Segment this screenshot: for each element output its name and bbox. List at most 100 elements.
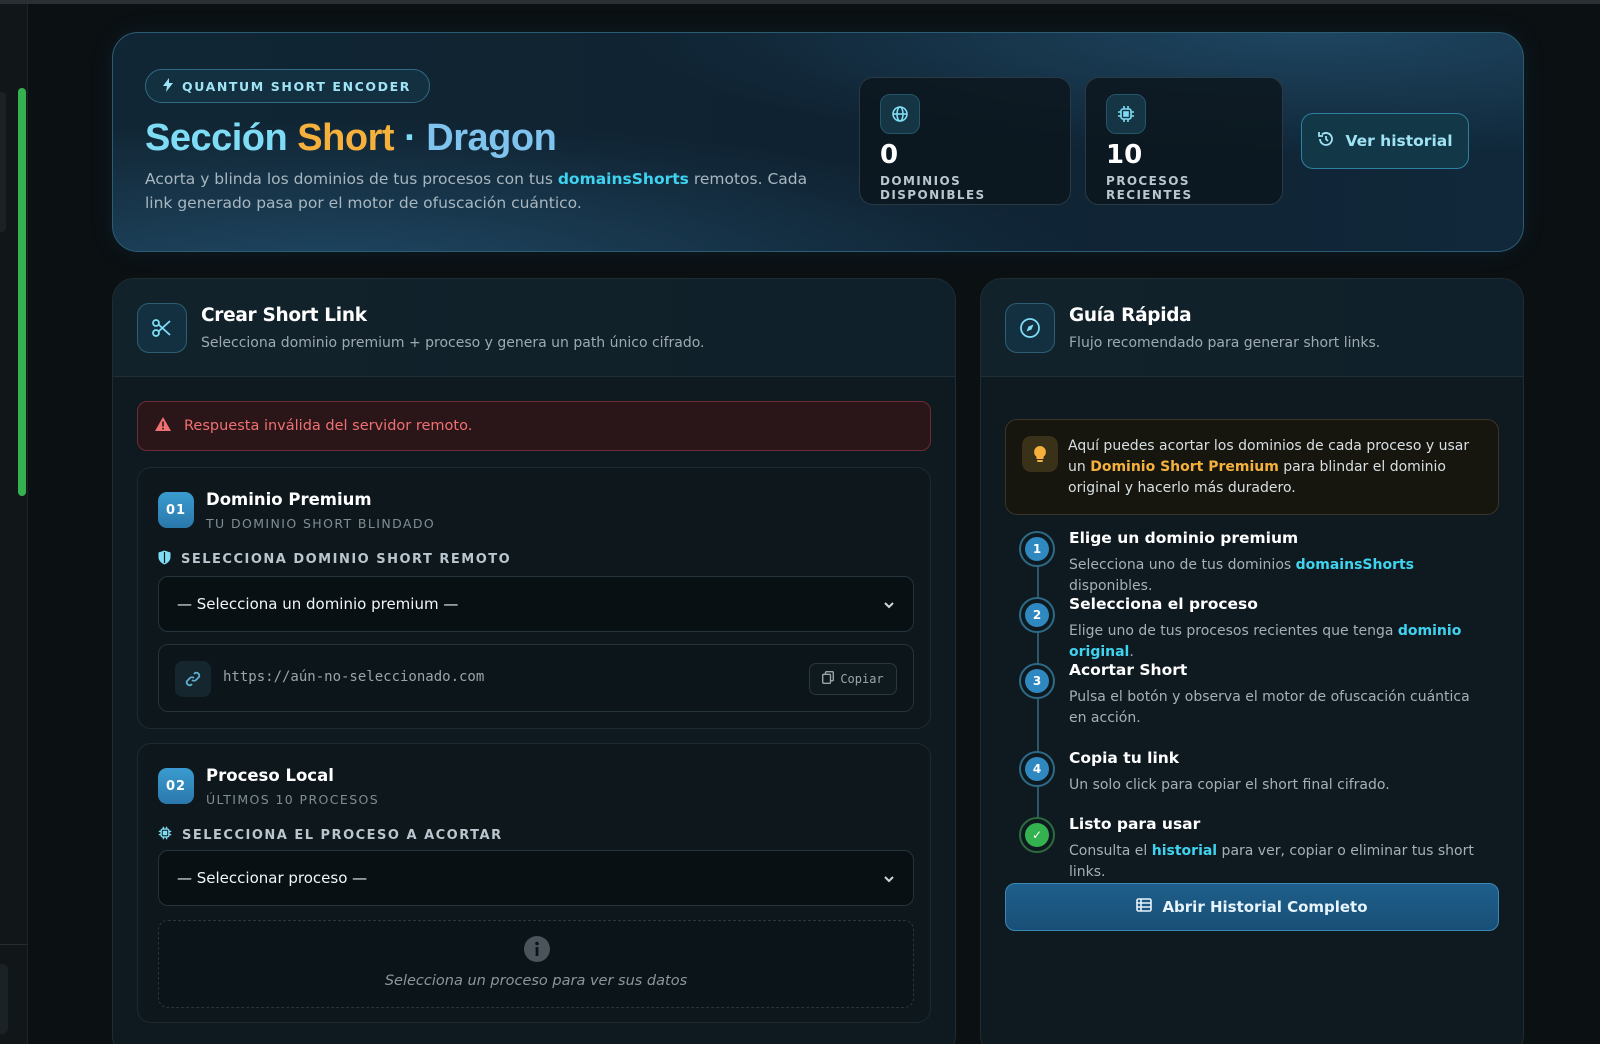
process-select[interactable]: — Seleccionar proceso —: [158, 850, 914, 906]
link-icon: [175, 661, 211, 697]
url-preview: https://aún-no-seleccionado.com Copiar: [158, 644, 914, 712]
step-desc-text: Elige uno de tus procesos recientes que …: [1069, 623, 1398, 639]
domain-select-value: — Selecciona un dominio premium —: [177, 595, 459, 613]
view-history-label: Ver historial: [1345, 132, 1453, 150]
guide-panel-subtitle: Flujo recomendado para generar short lin…: [1069, 335, 1381, 351]
rail-tab: [0, 92, 6, 232]
step-desc-text: Pulsa el botón y observa el motor de ofu…: [1069, 689, 1470, 726]
warning-icon: [154, 416, 172, 436]
step-marker: 2: [1019, 597, 1055, 633]
timeline-step-title: Listo para usar: [1069, 815, 1201, 833]
info-icon: [523, 935, 551, 967]
step-number: 02: [158, 768, 194, 804]
rail-tab-bottom: [0, 964, 8, 1034]
field-label-proceso: SELECCIONA EL PROCESO A ACORTAR: [158, 826, 503, 844]
hero-desc-highlight: domainsShorts: [557, 170, 689, 188]
compass-icon: [1005, 303, 1055, 353]
create-panel-header: Crear Short Link Selecciona dominio prem…: [113, 279, 955, 377]
step-subtitle: ÚLTIMOS 10 PROCESOS: [206, 792, 380, 807]
step-marker: 3: [1019, 663, 1055, 699]
hero-badge: QUANTUM SHORT ENCODER: [145, 69, 430, 103]
step-desc-text-end: .: [1129, 644, 1134, 660]
process-select-value: — Seleccionar proceso —: [177, 869, 368, 887]
field-label-text: SELECCIONA DOMINIO SHORT REMOTO: [181, 552, 512, 567]
field-label-dominio: SELECCIONA DOMINIO SHORT REMOTO: [158, 550, 511, 569]
step-marker: 1: [1019, 531, 1055, 567]
hero-description: Acorta y blinda los dominios de tus proc…: [145, 167, 825, 215]
table-icon: [1136, 898, 1153, 916]
timeline-step-title: Copia tu link: [1069, 749, 1180, 767]
title-part-short: Short: [297, 117, 395, 159]
timeline-step-title: Acortar Short: [1069, 661, 1188, 679]
guide-panel-header: Guía Rápida Flujo recomendado para gener…: [981, 279, 1523, 377]
stat-label: PROCESOS RECIENTES: [1106, 174, 1193, 202]
step-marker-number: 1: [1025, 537, 1049, 561]
step-marker-check: ✓: [1025, 823, 1049, 847]
timeline-step-desc: Consulta el historial para ver, copiar o…: [1069, 841, 1489, 883]
chip-icon: [158, 826, 172, 844]
guide-tip: Aquí puedes acortar los dominios de cada…: [1005, 419, 1499, 515]
copy-button-label: Copiar: [840, 672, 884, 686]
step-desc-highlight: domainsShorts: [1295, 557, 1414, 573]
copy-button[interactable]: Copiar: [809, 663, 897, 695]
hero-badge-label: QUANTUM SHORT ENCODER: [182, 78, 411, 94]
bolt-icon: [162, 77, 174, 95]
step-desc-text: Consulta el: [1069, 843, 1152, 859]
rail-divider: [0, 944, 28, 945]
title-separator: ·: [404, 117, 417, 159]
create-short-panel: Crear Short Link Selecciona dominio prem…: [112, 278, 956, 1044]
stat-procesos: 10 PROCESOS RECIENTES: [1085, 77, 1283, 205]
history-link[interactable]: historial: [1152, 843, 1217, 859]
tip-highlight: Dominio Short Premium: [1090, 459, 1279, 475]
step-desc-text-end: disponibles.: [1069, 578, 1153, 594]
guide-panel-title: Guía Rápida: [1069, 305, 1192, 326]
view-history-button[interactable]: Ver historial: [1301, 113, 1469, 169]
hero-banner: QUANTUM SHORT ENCODER Sección Short · Dr…: [112, 32, 1524, 252]
step-card-dominio: 01 Dominio Premium TU DOMINIO SHORT BLIN…: [137, 467, 931, 729]
step-number: 01: [158, 492, 194, 528]
timeline-step-desc: Pulsa el botón y observa el motor de ofu…: [1069, 687, 1489, 729]
step-marker: 4: [1019, 751, 1055, 787]
field-label-text: SELECCIONA EL PROCESO A ACORTAR: [182, 827, 503, 843]
title-part-seccion: Sección: [145, 117, 288, 159]
chevron-down-icon: [883, 871, 895, 889]
timeline-step-desc: Elige uno de tus procesos recientes que …: [1069, 621, 1489, 663]
step-marker-number: 3: [1025, 669, 1049, 693]
shield-icon: [158, 550, 171, 569]
lightbulb-icon: [1022, 436, 1058, 472]
step-marker-number: 4: [1025, 757, 1049, 781]
globe-icon: [880, 94, 920, 134]
empty-state-message: Selecciona un proceso para ver sus datos: [384, 973, 688, 989]
step-desc-text: Un solo click para copiar el short final…: [1069, 777, 1390, 793]
step-card-proceso: 02 Proceso Local ÚLTIMOS 10 PROCESOS SEL…: [137, 743, 931, 1023]
check-icon: ✓: [1019, 817, 1055, 853]
page-title: Sección Short · Dragon: [145, 117, 557, 160]
timeline-step-title: Elige un dominio premium: [1069, 529, 1299, 547]
process-empty-state: Selecciona un proceso para ver sus datos: [158, 920, 914, 1008]
chevron-down-icon: [883, 597, 895, 615]
step-title: Dominio Premium: [206, 490, 372, 509]
scroll-indicator[interactable]: [18, 88, 26, 496]
open-full-history-button[interactable]: Abrir Historial Completo: [1005, 883, 1499, 931]
error-alert-text: Respuesta inválida del servidor remoto.: [184, 418, 473, 434]
timeline-step-desc: Selecciona uno de tus dominios domainsSh…: [1069, 555, 1489, 597]
history-icon: [1317, 130, 1335, 152]
chip-icon: [1106, 94, 1146, 134]
copy-icon: [822, 670, 835, 687]
create-panel-subtitle: Selecciona dominio premium + proceso y g…: [201, 335, 705, 351]
hero-desc-text: Acorta y blinda los dominios de tus proc…: [145, 170, 558, 188]
title-part-dragon: Dragon: [426, 117, 557, 159]
stat-value: 10: [1106, 140, 1143, 170]
step-subtitle: TU DOMINIO SHORT BLINDADO: [206, 516, 436, 531]
error-alert: Respuesta inválida del servidor remoto.: [137, 401, 931, 451]
guide-tip-text: Aquí puedes acortar los dominios de cada…: [1068, 436, 1488, 499]
domain-select[interactable]: — Selecciona un dominio premium —: [158, 576, 914, 632]
top-border: [0, 0, 1600, 4]
stat-label: DOMINIOS DISPONIBLES: [880, 174, 986, 202]
open-full-history-label: Abrir Historial Completo: [1162, 898, 1368, 916]
step-marker-number: 2: [1025, 603, 1049, 627]
create-panel-title: Crear Short Link: [201, 305, 367, 326]
step-title: Proceso Local: [206, 766, 334, 785]
step-desc-text: Selecciona uno de tus dominios: [1069, 557, 1296, 573]
quick-guide-panel: Guía Rápida Flujo recomendado para gener…: [980, 278, 1524, 1044]
